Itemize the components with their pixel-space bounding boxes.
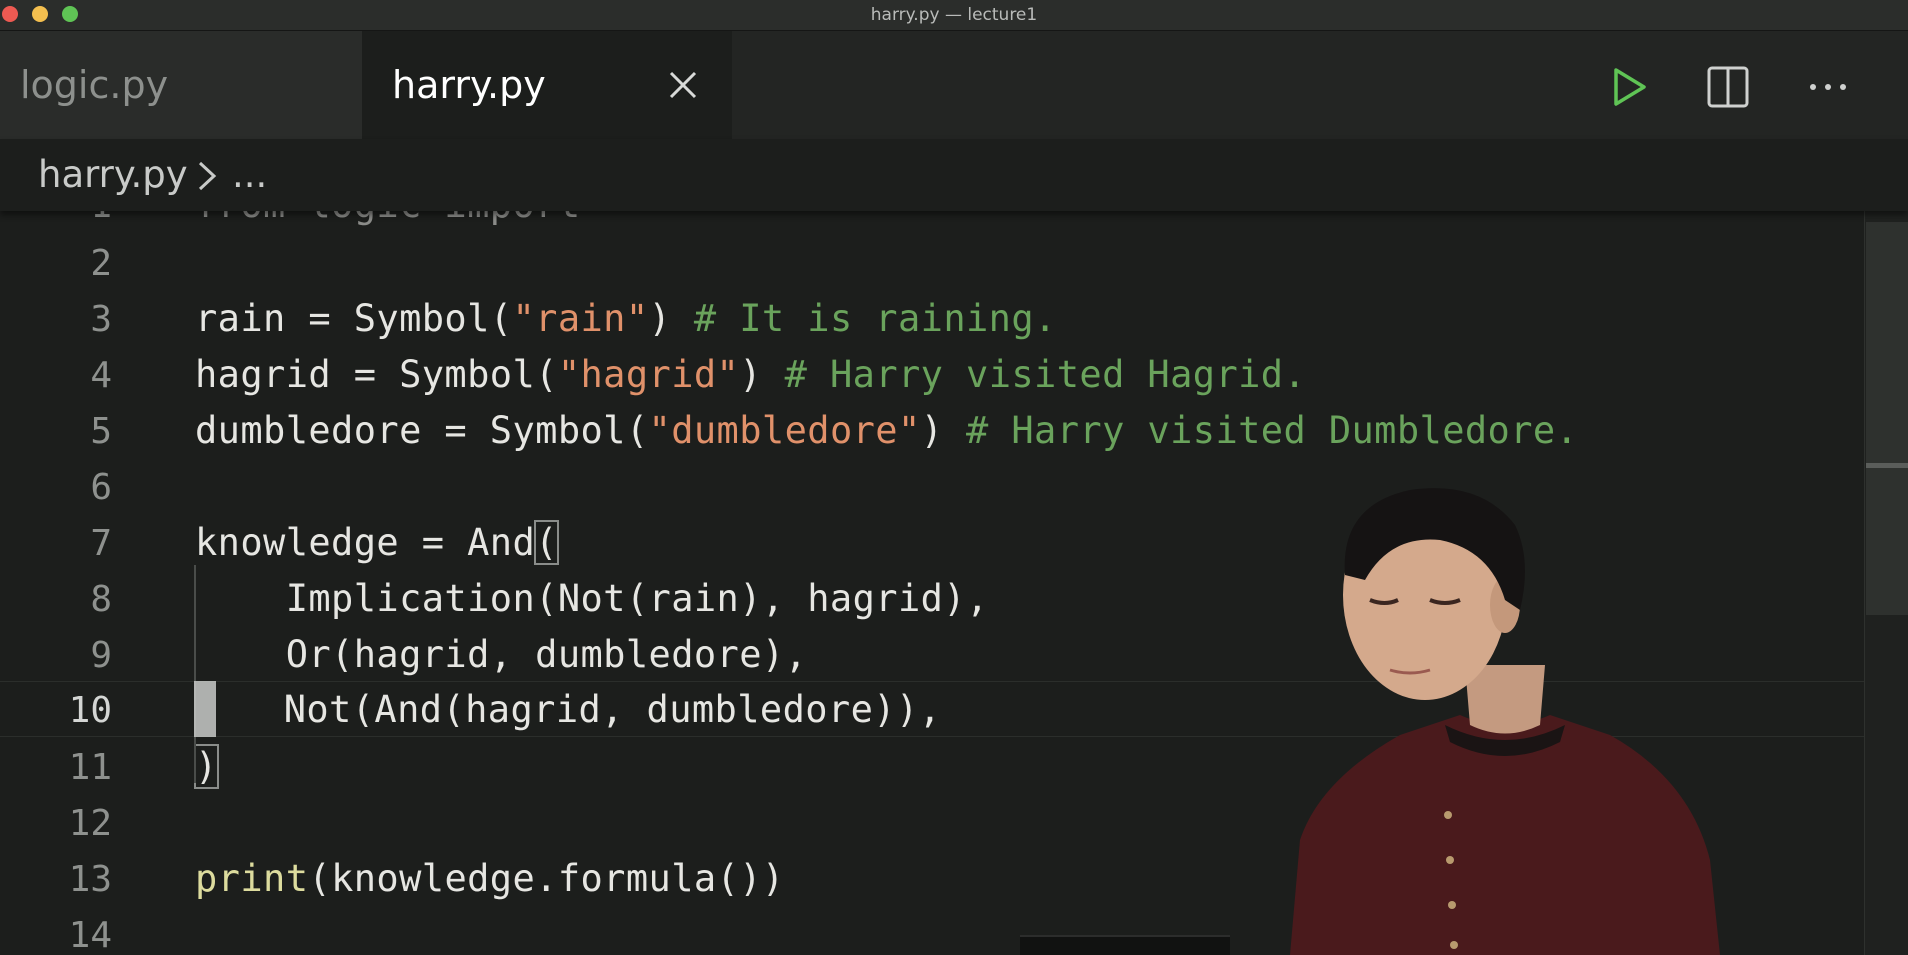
- code-text: dumbledore = Symbol("dumbledore") # Harr…: [195, 409, 1578, 452]
- line-number: 5: [90, 411, 112, 452]
- string-literal: "rain": [512, 297, 649, 340]
- code-token: hagrid = Symbol(: [195, 353, 558, 396]
- presenter-video: [1290, 488, 1720, 955]
- code-comment: # It is raining.: [693, 297, 1057, 340]
- play-icon[interactable]: [1606, 64, 1652, 110]
- code-token: dumbledore = Symbol(: [195, 409, 649, 452]
- code-text: ): [194, 744, 219, 789]
- line-number: 9: [90, 635, 112, 676]
- code-token: (knowledge.formula()): [308, 857, 785, 900]
- indent-guide: [194, 565, 196, 783]
- tab-label: logic.py: [20, 63, 169, 107]
- code-token: ): [739, 353, 785, 396]
- code-text: from logic import *: [195, 211, 626, 226]
- line-number: 11: [68, 747, 112, 788]
- code-line: 5 dumbledore = Symbol("dumbledore") # Ha…: [0, 403, 1908, 459]
- code-token: ): [920, 409, 967, 452]
- scrollbar-cursor-marker: [1866, 463, 1908, 468]
- close-icon[interactable]: [665, 67, 701, 103]
- line-number: 1: [0, 211, 112, 226]
- breadcrumb: harry.py ...: [0, 139, 1908, 211]
- string-literal: "dumbledore": [648, 409, 921, 452]
- breadcrumb-file[interactable]: harry.py: [38, 153, 188, 196]
- line-number: 7: [90, 523, 112, 564]
- chevron-right-icon: [198, 161, 217, 191]
- line-number: 6: [90, 467, 112, 508]
- text-cursor: [194, 681, 216, 737]
- breadcrumb-symbols[interactable]: ...: [232, 153, 267, 196]
- scrollbar-thumb[interactable]: [1866, 222, 1908, 615]
- line-number: 14: [68, 915, 112, 955]
- line-number: 4: [90, 355, 112, 396]
- code-line: 1 from logic import *: [0, 211, 1908, 233]
- code-token: ): [648, 297, 694, 340]
- line-number: 12: [68, 803, 112, 844]
- line-number: 2: [90, 243, 112, 284]
- code-comment: # Harry visited Hagrid.: [784, 353, 1307, 396]
- code-text: hagrid = Symbol("hagrid") # Harry visite…: [195, 353, 1306, 396]
- tab-label: harry.py: [392, 63, 546, 107]
- matched-bracket: (: [534, 520, 559, 565]
- code-text: Or(hagrid, dumbledore),: [195, 633, 808, 676]
- title-bar: harry.py — lecture1: [0, 0, 1908, 31]
- code-text: Implication(Not(rain), hagrid),: [195, 577, 989, 620]
- ellipsis-icon[interactable]: [1805, 64, 1851, 110]
- line-number: 3: [90, 299, 112, 340]
- window-title: harry.py — lecture1: [870, 5, 1038, 25]
- code-text: Not(And(hagrid, dumbledore)),: [193, 688, 942, 731]
- tab-logic-py[interactable]: logic.py: [0, 31, 362, 139]
- line-number: 13: [68, 859, 112, 900]
- code-token: rain = Symbol(: [195, 297, 513, 340]
- split-editor-icon[interactable]: [1705, 64, 1751, 110]
- code-text: rain = Symbol("rain") # It is raining.: [195, 297, 1057, 340]
- code-line: 3 rain = Symbol("rain") # It is raining.: [0, 291, 1908, 347]
- laptop-edge: [1020, 935, 1230, 955]
- function-name: print: [195, 857, 309, 900]
- string-literal: "hagrid": [557, 353, 740, 396]
- code-comment: # Harry visited Dumbledore.: [966, 409, 1579, 452]
- matched-bracket: ): [194, 744, 219, 789]
- code-token: knowledge = And: [195, 521, 536, 564]
- tab-harry-py[interactable]: harry.py: [362, 31, 732, 139]
- line-number: 10: [68, 690, 112, 731]
- code-line: 4 hagrid = Symbol("hagrid") # Harry visi…: [0, 347, 1908, 403]
- line-number: 8: [90, 579, 112, 620]
- code-line: 2: [0, 235, 1908, 291]
- code-text: knowledge = And(: [195, 520, 559, 565]
- tab-strip: logic.py harry.py: [0, 31, 1908, 139]
- code-text: print(knowledge.formula()): [195, 857, 785, 900]
